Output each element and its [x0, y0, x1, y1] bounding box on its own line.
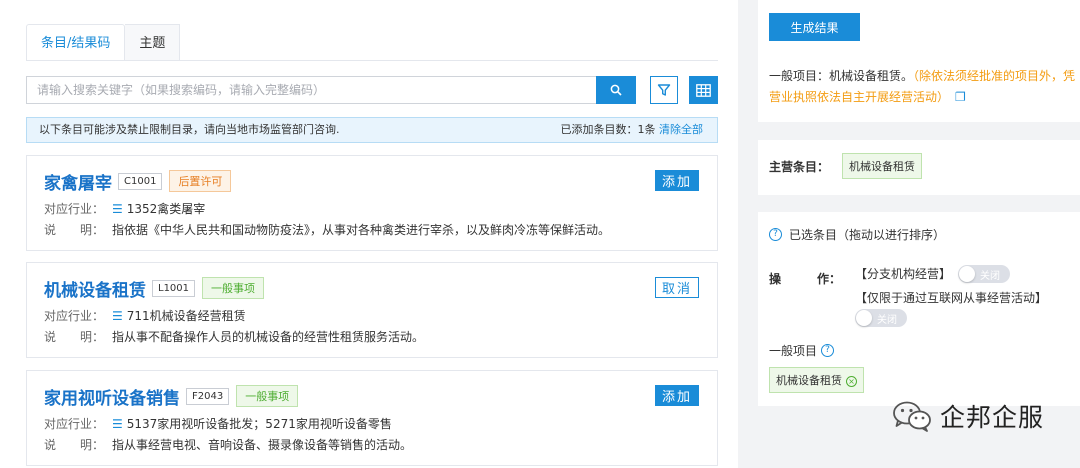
list-icon: ☰ [112, 417, 123, 431]
restriction-notice: 以下条目可能涉及禁止限制目录，请向当地市场监管部门咨询. 已添加条目数：1条 清… [26, 117, 718, 143]
added-count: 已添加条目数：1条 清除全部 [561, 118, 704, 142]
item-industry: 对应行业： ☰ 711机械设备经营租赁 [44, 307, 246, 324]
description-label: 说 明： [44, 330, 105, 344]
industry-value: 5137家用视听设备批发；5271家用视听设备零售 [126, 417, 392, 431]
operation-label: 操 作： [769, 272, 842, 286]
item-type-badge: 一般事项 [236, 385, 299, 407]
search-button[interactable] [596, 76, 636, 104]
cancel-item-button[interactable]: 取消 [655, 277, 699, 298]
result-text: 一般项目：机械设备租赁。（除依法须经批准的项目外，凭 营业执照依法自主开展经营活… [769, 66, 1080, 108]
copy-icon[interactable]: ❐ [955, 90, 966, 104]
branch-operation-label: 【分支机构经营】 [855, 267, 952, 281]
watermark-text: 企邦企服 [940, 403, 1045, 432]
industry-label: 对应行业： [44, 417, 105, 431]
item-type-badge: 后置许可 [169, 170, 232, 192]
search-row [26, 76, 718, 104]
generate-result-button[interactable]: 生成结果 [769, 13, 860, 41]
description-value: 指从事不配备操作人员的机械设备的经营性租赁服务活动。 [112, 330, 425, 344]
result-note-cont: 营业执照依法自主开展经营活动） [769, 90, 950, 104]
close-icon[interactable]: × [846, 376, 857, 387]
help-icon[interactable]: ? [769, 228, 782, 241]
item-card: 家用视听设备销售 F2043 一般事项 添加 对应行业： ☰ 5137家用视听设备批… [26, 370, 718, 466]
add-item-button[interactable]: 添加 [655, 170, 699, 191]
general-items-label: 一般项目 ? [769, 342, 835, 359]
clear-all-link[interactable]: 清除全部 [659, 123, 703, 136]
selected-item-tag[interactable]: 机械设备租赁 × [769, 367, 864, 393]
search-input[interactable] [26, 76, 596, 104]
toggle-state: 关闭 [980, 271, 1000, 282]
item-title[interactable]: 家用视听设备销售 [44, 384, 180, 409]
item-industry: 对应行业： ☰ 5137家用视听设备批发；5271家用视听设备零售 [44, 415, 392, 432]
selected-items-header: ? 已选条目（拖动以进行排序） [769, 226, 945, 243]
toggle-state: 关闭 [877, 315, 897, 326]
tab-topics[interactable]: 主题 [125, 24, 181, 61]
description-value: 指从事经营电视、音响设备、摄录像设备等销售的活动。 [112, 438, 413, 452]
item-description: 说 明： 指从事不配备操作人员的机械设备的经营性租赁服务活动。 [44, 328, 424, 345]
tab-bar: 条目/结果码 主题 [26, 24, 181, 61]
grid-view-button[interactable] [689, 76, 718, 104]
internet-only-toggle[interactable]: 关闭 [855, 309, 907, 327]
list-icon: ☰ [112, 202, 123, 216]
tab-divider [26, 60, 718, 61]
selected-items-panel: ? 已选条目（拖动以进行排序） 操 作： 【分支机构经营】 关闭 【仅限于通过互… [758, 212, 1080, 406]
filter-button[interactable] [650, 76, 678, 104]
item-card: 机械设备租赁 L1001 一般事项 取消 对应行业： ☰ 711机械设备经营租赁 说… [26, 262, 718, 358]
general-items-text: 一般项目 [769, 344, 818, 358]
added-count-label: 已添加条目数： [560, 123, 638, 136]
industry-value: 711机械设备经营租赁 [126, 309, 246, 323]
result-general-items: 一般项目：机械设备租赁。 [769, 69, 914, 83]
tab-items-codes[interactable]: 条目/结果码 [26, 24, 126, 61]
item-card: 家禽屠宰 C1001 后置许可 添加 对应行业： ☰ 1352禽类屠宰 说 明： 指依… [26, 155, 718, 251]
branch-operation-toggle[interactable]: 关闭 [958, 265, 1010, 283]
item-industry: 对应行业： ☰ 1352禽类屠宰 [44, 200, 205, 217]
notice-text: 以下条目可能涉及禁止限制目录，请向当地市场监管部门咨询. [39, 123, 340, 136]
item-code-badge: L1001 [152, 279, 196, 297]
filter-icon [657, 84, 671, 96]
item-code-badge: C1001 [118, 172, 163, 190]
grid-icon [696, 83, 711, 97]
selected-items-title: 已选条目（拖动以进行排序） [789, 228, 946, 242]
internet-only-label: 【仅限于通过互联网从事经营活动】 [855, 291, 1048, 305]
add-item-button[interactable]: 添加 [655, 385, 699, 406]
toggle-knob [959, 266, 975, 282]
added-count-value: 1条 [637, 123, 656, 136]
toggle-knob [856, 310, 872, 326]
description-label: 说 明： [44, 438, 105, 452]
item-code-badge: F2043 [186, 387, 230, 405]
industry-label: 对应行业： [44, 309, 105, 323]
result-note: （除依法须经批准的项目外，凭 [913, 69, 1076, 83]
item-description: 说 明： 指从事经营电视、音响设备、摄录像设备等销售的活动。 [44, 436, 412, 453]
watermark: 企邦企服 [892, 398, 1044, 434]
main-item-panel: 主营条目： 机械设备租赁 [758, 140, 1080, 195]
industry-value: 1352禽类屠宰 [126, 202, 206, 216]
item-search-panel: 条目/结果码 主题 以下条目可能涉及禁止限制目录，请向当地市场监管部门咨询. 已… [0, 0, 738, 468]
help-icon[interactable]: ? [821, 344, 835, 357]
item-title[interactable]: 家禽屠宰 [44, 169, 112, 194]
main-item-tag: 机械设备租赁 [842, 153, 922, 179]
list-icon: ☰ [112, 309, 123, 323]
industry-label: 对应行业： [44, 202, 105, 216]
item-title[interactable]: 机械设备租赁 [44, 276, 146, 301]
main-item-label: 主营条目： [769, 160, 830, 174]
description-value: 指依据《中华人民共和国动物防疫法》，从事对各种禽类进行宰杀，以及鲜肉冷冻等保鲜活… [112, 223, 611, 237]
item-description: 说 明： 指依据《中华人民共和国动物防疫法》，从事对各种禽类进行宰杀，以及鲜肉冷冻… [44, 221, 610, 238]
description-label: 说 明： [44, 223, 105, 237]
item-type-badge: 一般事项 [202, 277, 265, 299]
wechat-icon [893, 401, 931, 432]
search-icon [610, 84, 622, 96]
selected-item-tag-label: 机械设备租赁 [776, 374, 842, 387]
result-panel: 生成结果 一般项目：机械设备租赁。（除依法须经批准的项目外，凭 营业执照依法自主… [758, 0, 1080, 122]
